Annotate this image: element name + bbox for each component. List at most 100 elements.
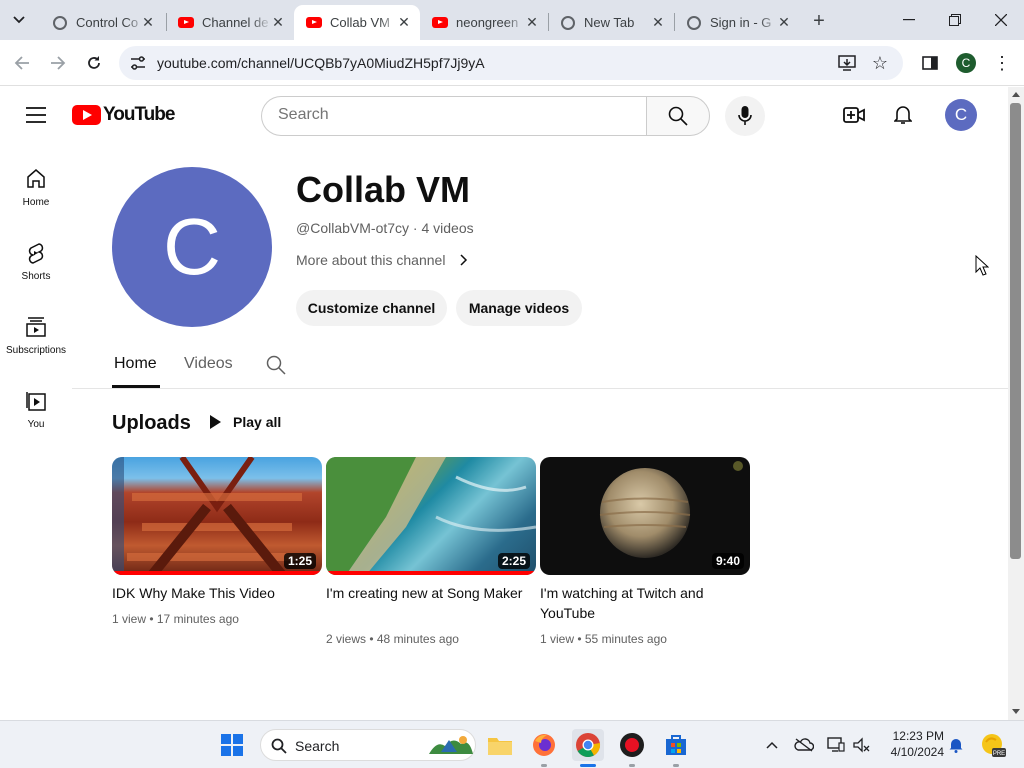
tab-videos[interactable]: Videos: [184, 355, 233, 373]
widgets-icon[interactable]: PRE: [980, 731, 1006, 759]
more-menu-icon[interactable]: ⋮: [986, 47, 1018, 79]
video-meta: 2 views • 48 minutes ago: [326, 632, 459, 646]
scroll-up-icon[interactable]: [1012, 91, 1020, 97]
notification-bell-icon[interactable]: [946, 735, 966, 755]
taskbar-search-label: Search: [295, 738, 340, 754]
reload-icon[interactable]: [78, 47, 110, 79]
profile-avatar[interactable]: C: [950, 47, 982, 79]
play-icon: [210, 415, 221, 429]
play-all-button[interactable]: Play all: [207, 414, 281, 430]
hamburger-menu-icon[interactable]: [20, 99, 52, 131]
channel-search-icon[interactable]: [264, 355, 288, 375]
close-icon[interactable]: ✕: [776, 14, 792, 30]
youtube-icon: [306, 15, 322, 31]
channel-avatar[interactable]: C: [112, 167, 272, 327]
close-window-icon[interactable]: [978, 0, 1024, 40]
video-title[interactable]: I'm creating new at Song Maker: [326, 583, 531, 603]
close-icon[interactable]: ✕: [270, 14, 286, 30]
manage-videos-button[interactable]: Manage videos: [456, 290, 582, 326]
guide-item-subscriptions[interactable]: Subscriptions: [0, 315, 72, 389]
guide-item-home[interactable]: Home: [0, 167, 72, 241]
notifications-button[interactable]: [887, 99, 919, 131]
taskbar-clock[interactable]: 12:23 PM 4/10/2024: [880, 728, 944, 760]
tab-search-icon[interactable]: [6, 8, 32, 32]
new-tab-icon[interactable]: +: [806, 8, 832, 34]
guide-item-you[interactable]: You: [0, 389, 72, 463]
active-app-indicator: [580, 764, 596, 767]
search-input[interactable]: [278, 106, 628, 124]
browser-tab[interactable]: New Tab ✕: [548, 5, 674, 40]
create-video-button[interactable]: [838, 99, 870, 131]
video-duration: 1:25: [283, 553, 316, 569]
start-button[interactable]: [216, 729, 248, 761]
windows-taskbar: Search 12:23 PM 4/10/2024 PRE: [0, 720, 1024, 768]
taskbar-search-box[interactable]: Search: [260, 729, 476, 761]
recorder-icon[interactable]: [616, 729, 648, 761]
globe-icon: [52, 15, 68, 31]
mouse-cursor: [975, 255, 989, 276]
scroll-down-icon[interactable]: [1012, 709, 1020, 715]
video-title[interactable]: I'm watching at Twitch and YouTube: [540, 583, 745, 623]
url-text[interactable]: youtube.com/channel/UCQBb7yA0MiudZH5pf7J…: [157, 55, 485, 71]
restore-icon[interactable]: [932, 0, 978, 40]
browser-tab-active[interactable]: Collab VM ✕: [294, 5, 420, 40]
search-button[interactable]: [646, 96, 710, 136]
onedrive-offline-icon[interactable]: [794, 735, 814, 755]
youtube-logo[interactable]: YouTube: [72, 104, 175, 126]
search-box: [261, 96, 647, 136]
video-thumbnail[interactable]: 2:25: [326, 457, 536, 575]
close-icon[interactable]: ✕: [396, 14, 412, 30]
browser-tab[interactable]: Channel de ✕: [166, 5, 294, 40]
browser-tab[interactable]: Control Co ✕: [40, 5, 164, 40]
tray-overflow-icon[interactable]: [762, 735, 782, 755]
browser-toolbar: youtube.com/channel/UCQBb7yA0MiudZH5pf7J…: [0, 40, 1024, 86]
customize-channel-button[interactable]: Customize channel: [296, 290, 447, 326]
account-avatar[interactable]: C: [945, 99, 977, 131]
youtube-page: YouTube C Home Shorts Subscriptions You …: [0, 87, 1008, 720]
browser-tab[interactable]: Sign in - G ✕: [674, 5, 800, 40]
close-icon[interactable]: ✕: [650, 14, 666, 30]
file-explorer-icon[interactable]: [484, 729, 516, 761]
more-about-channel-link[interactable]: More about this channel: [296, 252, 473, 268]
video-meta: 1 view • 55 minutes ago: [540, 632, 667, 646]
video-duration: 9:40: [711, 553, 744, 569]
watch-progress: [112, 571, 322, 575]
tab-title: Collab VM: [330, 15, 390, 30]
chrome-icon[interactable]: [572, 729, 604, 761]
video-thumbnail[interactable]: 9:40: [540, 457, 750, 575]
more-about-label: More about this channel: [296, 252, 446, 268]
close-icon[interactable]: ✕: [140, 14, 156, 30]
store-icon[interactable]: [660, 729, 692, 761]
bookmark-star-icon[interactable]: ☆: [870, 53, 890, 73]
forward-icon[interactable]: [42, 47, 74, 79]
minimize-icon[interactable]: [886, 0, 932, 40]
video-title[interactable]: IDK Why Make This Video: [112, 583, 317, 603]
video-meta: 1 view • 17 minutes ago: [112, 612, 239, 626]
globe-icon: [560, 15, 576, 31]
voice-search-button[interactable]: [725, 96, 765, 136]
install-app-icon[interactable]: [837, 53, 857, 73]
tab-divider: [72, 388, 1008, 389]
scrollbar-thumb[interactable]: [1010, 103, 1021, 559]
back-icon[interactable]: [6, 47, 38, 79]
browser-tab[interactable]: neongreen ✕: [420, 5, 548, 40]
close-icon[interactable]: ✕: [524, 14, 540, 30]
uploads-title: Uploads: [112, 412, 191, 434]
video-thumbnail[interactable]: 1:25: [112, 457, 322, 575]
bell-icon: [894, 106, 912, 124]
address-bar[interactable]: youtube.com/channel/UCQBb7yA0MiudZH5pf7J…: [119, 46, 903, 80]
side-panel-icon[interactable]: [914, 47, 946, 79]
svg-text:PRE: PRE: [993, 751, 1005, 757]
youtube-icon: [178, 15, 194, 31]
firefox-icon[interactable]: [528, 729, 560, 761]
guide-item-shorts[interactable]: Shorts: [0, 241, 72, 315]
you-icon: [26, 392, 46, 411]
chevron-right-icon: [460, 254, 468, 266]
tab-home[interactable]: Home: [114, 355, 157, 373]
guide-label: Subscriptions: [5, 345, 67, 356]
display-icon[interactable]: [826, 735, 846, 755]
tab-title: neongreen: [456, 15, 519, 30]
network-volume-icon[interactable]: [852, 735, 872, 755]
create-video-icon: [843, 107, 865, 123]
site-info-icon[interactable]: [129, 54, 147, 72]
